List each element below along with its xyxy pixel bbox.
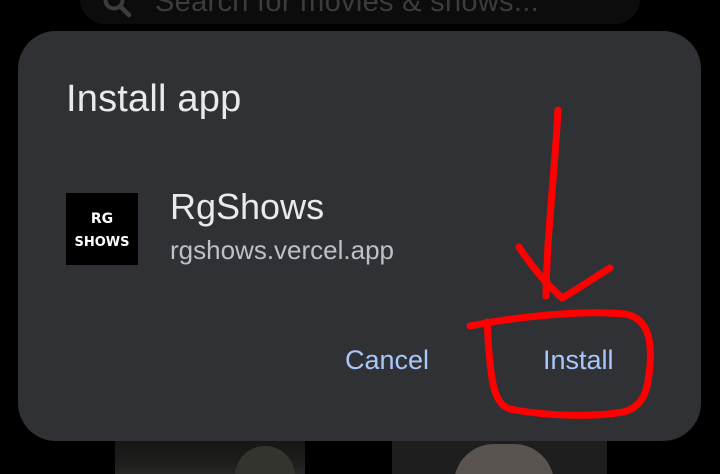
app-icon-text-line1: RG [91,211,113,227]
background-search-placeholder: Search for movies & shows... [155,0,539,18]
dialog-title: Install app [66,78,242,120]
background-thumbnail [392,440,607,474]
install-app-dialog: Install app RG SHOWS RgShows rgshows.ver… [18,31,701,441]
install-button[interactable]: Install [543,345,614,376]
cancel-button[interactable]: Cancel [345,345,429,376]
search-icon [102,0,132,18]
app-url: rgshows.vercel.app [170,235,394,265]
app-icon-text-line2: SHOWS [75,235,130,250]
background-thumbnail [115,440,305,474]
app-icon: RG SHOWS [66,193,138,265]
app-name: RgShows [170,186,325,227]
